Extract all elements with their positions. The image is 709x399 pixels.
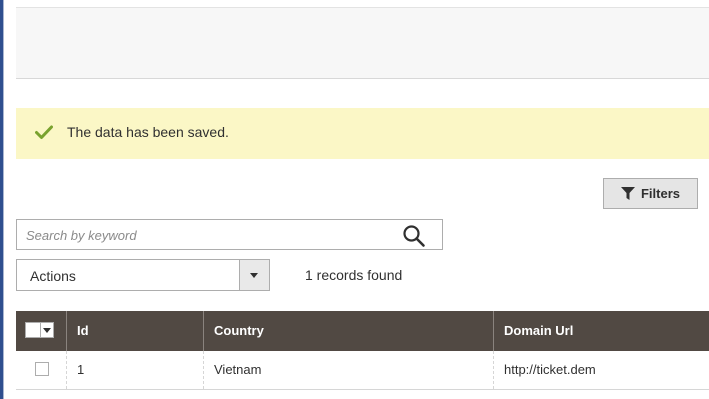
search-icon[interactable]: [402, 224, 426, 248]
cell-domain-url: http://ticket.dem: [494, 351, 709, 389]
window-left-border-highlight: [3, 0, 4, 399]
actions-dropdown-label: Actions: [30, 268, 76, 284]
filters-button[interactable]: Filters: [603, 178, 698, 209]
column-header-domain-url[interactable]: Domain Url: [494, 311, 709, 351]
row-select-cell: [16, 351, 67, 389]
column-header-id[interactable]: Id: [67, 311, 204, 351]
data-grid: Id Country Domain Url 1 Vietnam http://t…: [16, 311, 709, 391]
chevron-down-icon: [250, 273, 258, 278]
row-checkbox[interactable]: [35, 362, 49, 376]
funnel-icon: [620, 187, 635, 200]
mass-select-dropdown[interactable]: [25, 322, 54, 338]
column-mass-select: [16, 311, 67, 351]
mass-select-checkbox[interactable]: [26, 323, 41, 337]
checkmark-icon: [35, 125, 53, 139]
column-header-id-label: Id: [77, 323, 89, 338]
cell-country: Vietnam: [204, 351, 494, 389]
records-found-count: 1 records found: [305, 267, 403, 283]
column-header-country[interactable]: Country: [204, 311, 494, 351]
cell-domain-url-value: http://ticket.dem: [504, 362, 596, 377]
cell-id-value: 1: [77, 362, 85, 377]
chevron-down-icon: [43, 328, 51, 333]
filters-button-label: Filters: [640, 186, 680, 201]
actions-dropdown-toggle[interactable]: [239, 260, 269, 290]
cell-id: 1: [67, 351, 204, 389]
column-header-country-label: Country: [214, 323, 264, 338]
page-actions-bar: [16, 7, 709, 79]
success-message-text: The data has been saved.: [67, 124, 229, 140]
search-box: [16, 219, 443, 250]
search-input[interactable]: [26, 226, 386, 244]
actions-dropdown[interactable]: Actions: [16, 259, 270, 291]
success-message: The data has been saved.: [16, 108, 709, 159]
column-header-domain-url-label: Domain Url: [504, 323, 574, 338]
table-row[interactable]: 1 Vietnam http://ticket.dem: [16, 351, 709, 390]
cell-country-value: Vietnam: [214, 362, 262, 377]
grid-header-row: Id Country Domain Url: [16, 311, 709, 351]
